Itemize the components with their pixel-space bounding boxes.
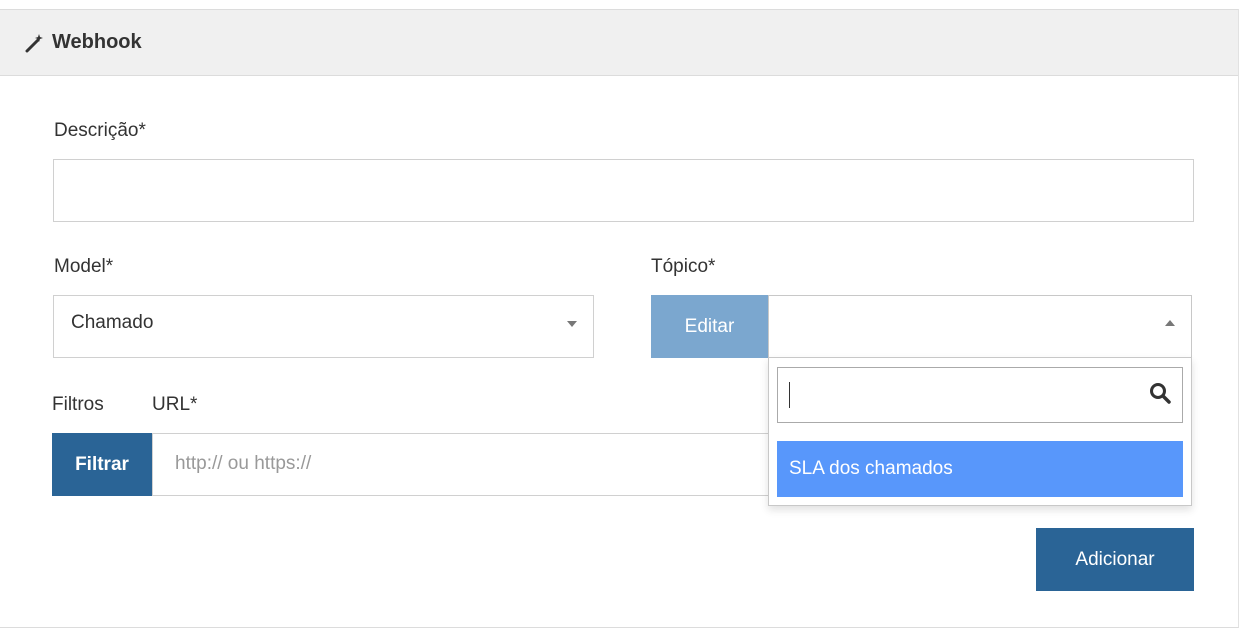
chevron-up-icon [1165,320,1175,326]
topico-select[interactable] [768,295,1192,358]
topico-label: Tópico* [651,256,716,277]
panel-header: Webhook [0,10,1238,76]
adicionar-button[interactable]: Adicionar [1036,528,1194,591]
magic-wand-icon [25,33,43,52]
descricao-label: Descrição* [54,120,146,141]
text-cursor [789,382,790,408]
model-selected-value: Chamado [71,312,154,333]
model-label: Model* [54,256,114,277]
filtrar-button[interactable]: Filtrar [52,433,152,496]
filtros-label: Filtros [52,394,104,415]
panel-title: Webhook [52,31,142,53]
url-label: URL* [152,394,198,415]
topico-search-input[interactable] [777,367,1183,423]
editar-button[interactable]: Editar [651,295,768,358]
topico-dropdown: SLA dos chamados [768,357,1192,506]
url-input[interactable]: http:// ou https:// [152,433,772,496]
model-select[interactable]: Chamado [53,295,594,358]
dropdown-option-sla[interactable]: SLA dos chamados [777,441,1183,497]
chevron-down-icon [567,321,577,327]
search-icon [1150,383,1171,404]
descricao-input[interactable] [53,159,1194,222]
url-placeholder: http:// ou https:// [175,453,312,474]
